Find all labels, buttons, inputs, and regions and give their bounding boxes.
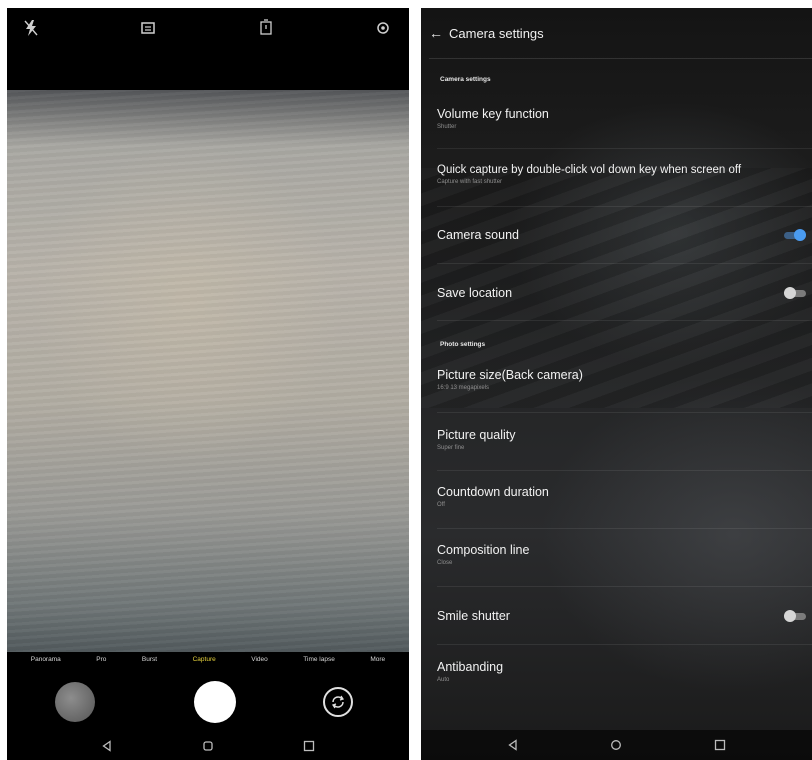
- mode-time-lapse[interactable]: Time lapse: [303, 656, 335, 663]
- setting-smile-shutter[interactable]: Smile shutter: [437, 609, 812, 623]
- mode-capture[interactable]: Capture: [193, 656, 216, 663]
- setting-title: Composition line: [437, 543, 530, 557]
- settings-app-bar: ← Camera settings: [421, 22, 812, 44]
- setting-quick-capture[interactable]: Quick capture by double-click vol down k…: [437, 164, 812, 185]
- switch-camera-icon: [331, 695, 345, 709]
- toggle-knob: [794, 229, 806, 241]
- setting-subtitle: Auto: [437, 677, 450, 683]
- setting-picture-quality[interactable]: Picture quality Super fine: [437, 428, 812, 451]
- setting-title: Smile shutter: [437, 609, 510, 623]
- setting-title: Volume key function: [437, 107, 549, 121]
- camera-sound-toggle[interactable]: [784, 229, 806, 241]
- switch-camera-button[interactable]: [323, 687, 353, 717]
- section-header-camera-settings: Camera settings: [440, 76, 491, 83]
- back-icon[interactable]: [100, 739, 114, 753]
- divider: [437, 206, 812, 207]
- divider: [437, 470, 812, 471]
- mode-more[interactable]: More: [370, 656, 385, 663]
- mode-panorama[interactable]: Panorama: [31, 656, 61, 663]
- camera-settings-screen: ← Camera settings Camera settings Volume…: [421, 8, 812, 760]
- recents-icon[interactable]: [302, 739, 316, 753]
- divider: [437, 263, 812, 264]
- setting-title: Camera sound: [437, 228, 519, 242]
- setting-subtitle: Close: [437, 560, 453, 566]
- camera-preview[interactable]: [7, 90, 409, 652]
- flash-off-icon[interactable]: [23, 18, 39, 38]
- aspect-ratio-icon[interactable]: [140, 18, 156, 38]
- setting-antibanding[interactable]: Antibanding Auto: [437, 660, 812, 683]
- mode-burst[interactable]: Burst: [142, 656, 157, 663]
- divider: [437, 320, 812, 321]
- divider: [429, 58, 812, 59]
- system-nav-bar: [7, 732, 409, 760]
- setting-picture-size[interactable]: Picture size(Back camera) 16:9 13 megapi…: [437, 368, 812, 391]
- home-icon[interactable]: [609, 738, 623, 752]
- setting-subtitle: Super fine: [437, 445, 465, 451]
- shutter-button[interactable]: [194, 681, 236, 723]
- recents-icon[interactable]: [713, 738, 727, 752]
- setting-title: Picture size(Back camera): [437, 368, 583, 382]
- setting-subtitle: Shutter: [437, 124, 457, 130]
- mode-pro[interactable]: Pro: [96, 656, 106, 663]
- setting-countdown-duration[interactable]: Countdown duration Off: [437, 485, 812, 508]
- camera-viewfinder-screen: Panorama Pro Burst Capture Video Time la…: [7, 8, 409, 760]
- setting-subtitle: Off: [437, 502, 445, 508]
- setting-volume-key-function[interactable]: Volume key function Shutter: [437, 107, 812, 130]
- divider: [437, 586, 812, 587]
- gallery-thumbnail[interactable]: [55, 682, 95, 722]
- setting-camera-sound[interactable]: Camera sound: [437, 228, 812, 242]
- timer-icon[interactable]: [258, 18, 274, 38]
- page-title: Camera settings: [449, 25, 544, 41]
- divider: [437, 148, 812, 149]
- home-icon[interactable]: [201, 739, 215, 753]
- divider: [437, 412, 812, 413]
- setting-title: Picture quality: [437, 428, 516, 442]
- setting-title: Countdown duration: [437, 485, 549, 499]
- shutter-controls: [7, 668, 409, 736]
- setting-subtitle: Capture with fast shutter: [437, 179, 503, 185]
- setting-subtitle: 16:9 13 megapixels: [437, 385, 490, 391]
- back-icon[interactable]: [506, 738, 520, 752]
- camera-mode-bar: Panorama Pro Burst Capture Video Time la…: [7, 652, 409, 666]
- save-location-toggle[interactable]: [784, 287, 806, 299]
- toggle-knob: [784, 610, 796, 622]
- settings-icon[interactable]: [375, 18, 391, 38]
- camera-top-bar: [7, 8, 409, 48]
- mode-video[interactable]: Video: [251, 656, 268, 663]
- setting-composition-line[interactable]: Composition line Close: [437, 543, 812, 566]
- setting-title: Quick capture by double-click vol down k…: [437, 164, 742, 176]
- setting-title: Antibanding: [437, 660, 504, 674]
- section-header-photo-settings: Photo settings: [440, 341, 486, 348]
- divider: [437, 644, 812, 645]
- setting-save-location[interactable]: Save location: [437, 286, 812, 300]
- back-arrow-icon[interactable]: ←: [429, 26, 443, 40]
- smile-shutter-toggle[interactable]: [784, 610, 806, 622]
- divider: [437, 528, 812, 529]
- setting-title: Save location: [437, 286, 513, 300]
- system-nav-bar: [421, 730, 812, 760]
- toggle-knob: [784, 287, 796, 299]
